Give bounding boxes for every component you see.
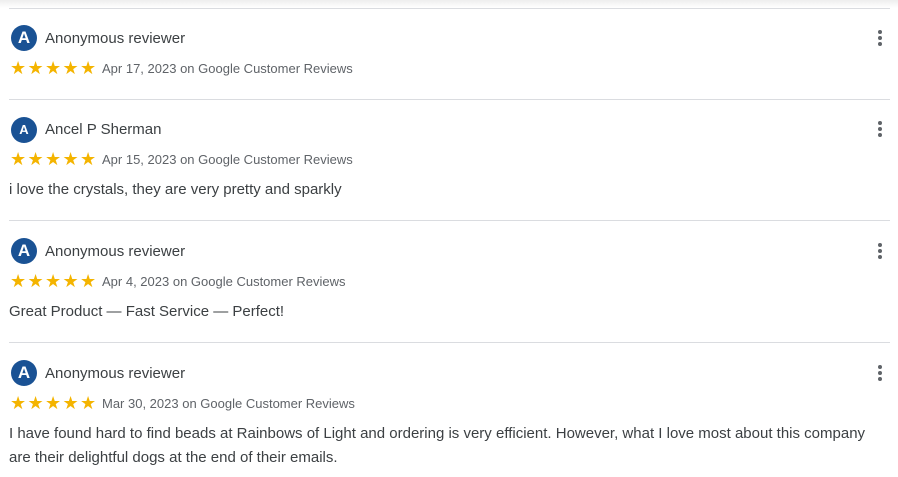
star-icon: ★ — [45, 58, 62, 78]
star-icon: ★ — [80, 58, 97, 78]
reviewer-name: Anonymous reviewer — [45, 243, 186, 260]
star-rating: ★★★★★ — [10, 272, 98, 290]
star-icon: ★ — [45, 149, 62, 169]
star-icon: ★ — [62, 271, 79, 291]
star-rating: ★★★★★ — [10, 59, 98, 77]
star-icon: ★ — [62, 149, 79, 169]
reviewer-name: Ancel P Sherman — [45, 121, 162, 138]
star-icon: ★ — [45, 393, 62, 413]
star-icon: ★ — [62, 393, 79, 413]
review-meta: Mar 30, 2023 on Google Customer Reviews — [102, 396, 355, 411]
star-rating: ★★★★★ — [10, 150, 98, 168]
star-icon: ★ — [27, 149, 44, 169]
top-shadow — [0, 0, 898, 8]
star-icon: ★ — [80, 149, 97, 169]
review-meta: Apr 4, 2023 on Google Customer Reviews — [102, 274, 346, 289]
avatar: A — [11, 238, 37, 264]
more-vert-icon[interactable] — [878, 30, 882, 46]
star-icon: ★ — [27, 271, 44, 291]
review-meta: Apr 15, 2023 on Google Customer Reviews — [102, 152, 353, 167]
review-date: Mar 30, 2023 — [102, 396, 179, 411]
more-vert-icon[interactable] — [878, 365, 882, 381]
more-vert-icon[interactable] — [878, 243, 882, 259]
review-source: on Google Customer Reviews — [180, 61, 353, 76]
reviewer-name: Anonymous reviewer — [45, 365, 186, 382]
review-meta: Apr 17, 2023 on Google Customer Reviews — [102, 61, 353, 76]
star-icon: ★ — [45, 271, 62, 291]
review-text: Great Product — Fast Service — Perfect! — [9, 303, 285, 320]
review-source: on Google Customer Reviews — [172, 274, 346, 289]
star-rating: ★★★★★ — [10, 394, 98, 412]
review-source: on Google Customer Reviews — [182, 396, 355, 411]
review-text: i love the crystals, they are very prett… — [9, 181, 342, 198]
review-card: A Anonymous reviewer ★★★★★ Apr 17, 2023 … — [9, 8, 890, 99]
avatar: A — [11, 25, 37, 51]
star-icon: ★ — [27, 393, 44, 413]
avatar: A — [11, 360, 37, 386]
avatar: A — [11, 117, 37, 143]
star-icon: ★ — [80, 393, 97, 413]
review-date: Apr 4, 2023 — [102, 274, 170, 289]
review-card: A Anonymous reviewer ★★★★★ Mar 30, 2023 … — [9, 342, 890, 477]
review-date: Apr 17, 2023 — [102, 61, 177, 76]
star-icon: ★ — [10, 271, 27, 291]
review-source: on Google Customer Reviews — [180, 152, 353, 167]
reviews-page: A Anonymous reviewer ★★★★★ Apr 17, 2023 … — [0, 0, 898, 477]
review-date: Apr 15, 2023 — [102, 152, 177, 167]
reviewer-name: Anonymous reviewer — [45, 30, 186, 47]
more-vert-icon[interactable] — [878, 121, 882, 137]
star-icon: ★ — [27, 58, 44, 78]
review-card: A Ancel P Sherman ★★★★★ Apr 15, 2023 on … — [9, 99, 890, 220]
star-icon: ★ — [10, 58, 27, 78]
star-icon: ★ — [80, 271, 97, 291]
review-text: I have found hard to find beads at Rainb… — [9, 425, 866, 466]
star-icon: ★ — [10, 393, 27, 413]
star-icon: ★ — [10, 149, 27, 169]
star-icon: ★ — [62, 58, 79, 78]
review-card: A Anonymous reviewer ★★★★★ Apr 4, 2023 o… — [9, 220, 890, 342]
